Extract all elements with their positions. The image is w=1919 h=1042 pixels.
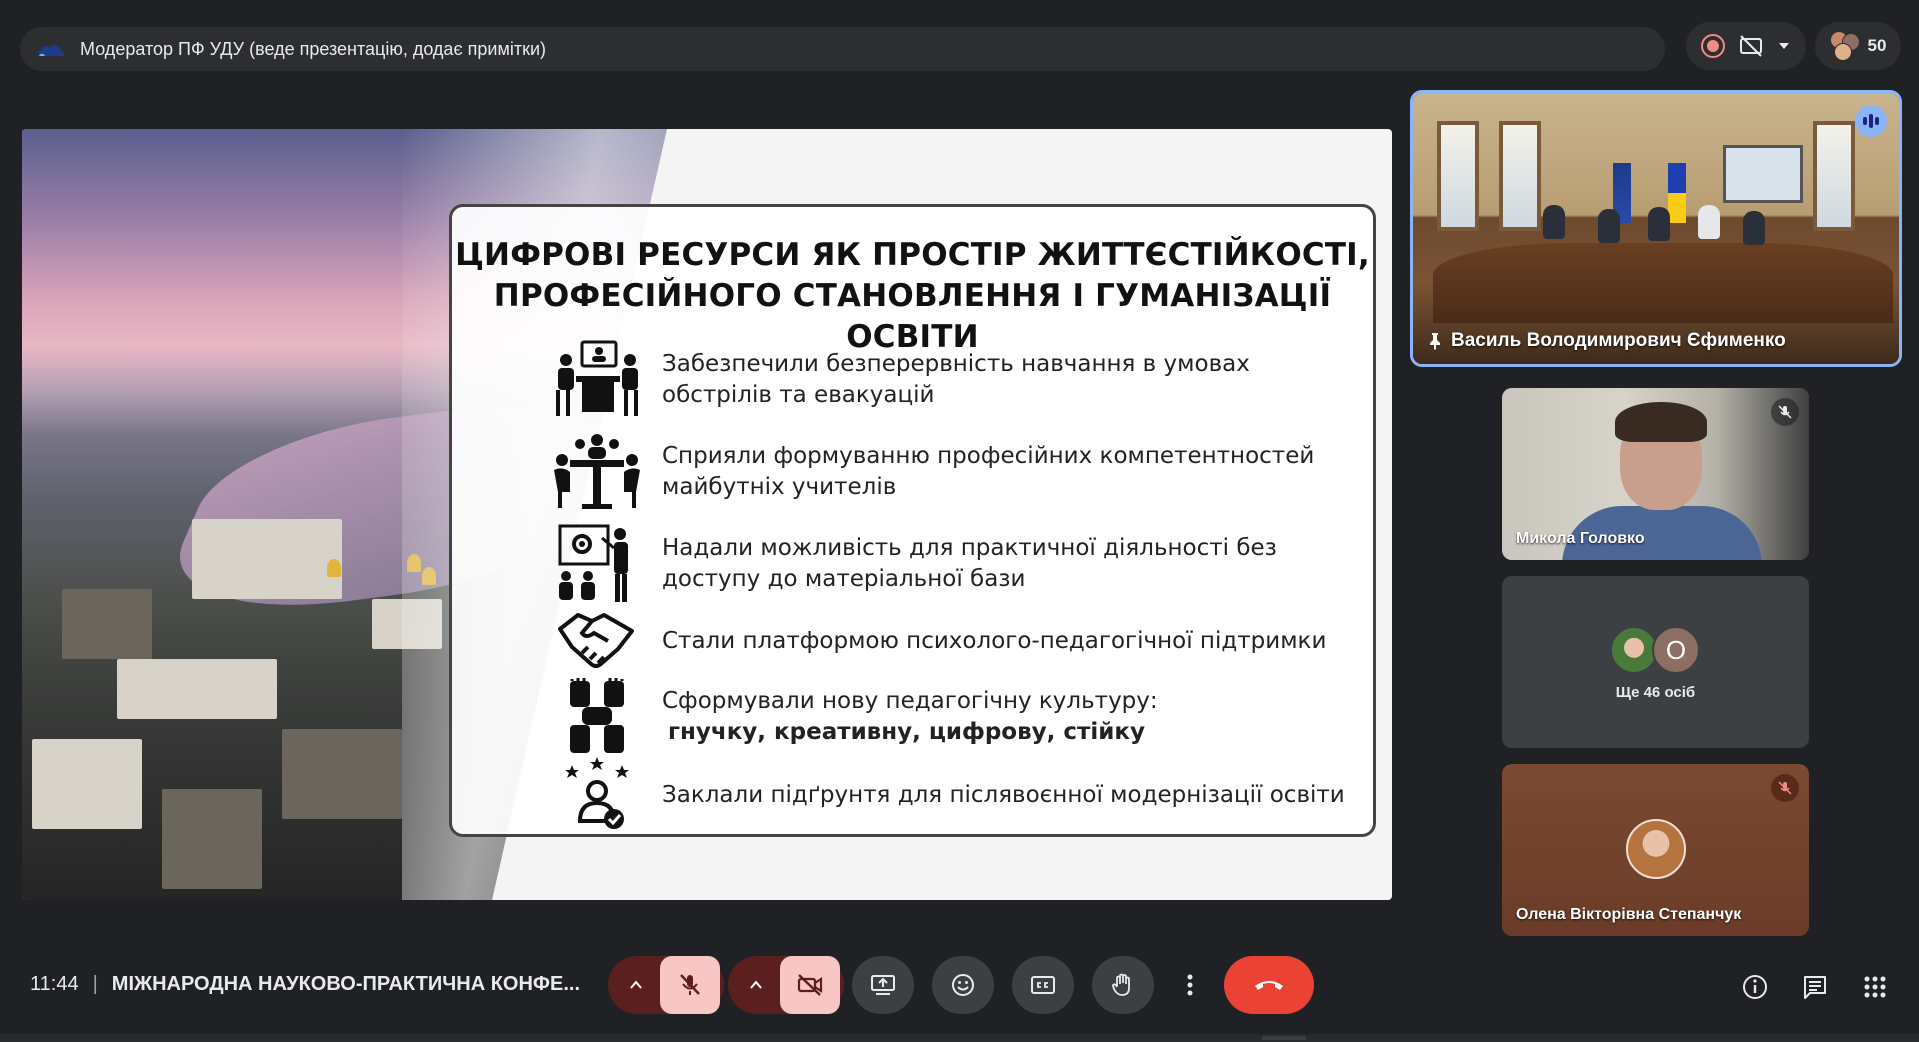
bullet-4-line1: Стали платформою психолого-педагогічної …	[662, 627, 1327, 654]
participant-tile-pinned[interactable]: Василь Володимирович Єфименко	[1410, 90, 1902, 367]
presenter-avatar-icon	[37, 45, 65, 56]
chevron-down-icon[interactable]	[1776, 38, 1792, 54]
mic-off-icon	[1771, 398, 1799, 426]
mic-off-icon	[680, 974, 700, 995]
others-count-label: Ще 46 осіб	[1615, 684, 1696, 701]
slide-bullet-1: Забезпечили безперервність навчання в ум…	[552, 340, 1352, 420]
participant-tile-mykola[interactable]: Микола Головко	[1502, 388, 1809, 560]
avatar	[1610, 626, 1658, 674]
reactions-button[interactable]	[932, 956, 994, 1014]
participant-name-room: Василь Володимирович Єфименко	[1451, 330, 1786, 351]
slide-bullet-5: Сформували нову педагогічну культуру: гн…	[552, 677, 1352, 757]
raise-hand-button[interactable]	[1092, 956, 1154, 1014]
emoji-icon	[952, 974, 974, 996]
slide-title-line1: ЦИФРОВІ РЕСУРСИ ЯК ПРОСТІР ЖИТТЄСТІЙКОСТ…	[455, 237, 1370, 273]
bullet-6-line1: Заклали підґрунтя для післявоєнної модер…	[662, 781, 1345, 808]
slide-bullet-3: Надали можливість для практичної діяльно…	[552, 524, 1352, 604]
presenter-label: Модератор ПФ УДУ (веде презентацію, дода…	[80, 38, 546, 59]
meeting-title: МІЖНАРОДНА НАУКОВО-ПРАКТИЧНА КОНФЕ...	[111, 973, 580, 995]
present-screen-icon	[871, 975, 895, 995]
participants-count: 50	[1867, 36, 1887, 55]
participants-button[interactable]: 50	[1815, 22, 1901, 70]
presentation-teacher-icon	[558, 524, 628, 602]
more-vert-icon	[1187, 974, 1193, 996]
resize-handle[interactable]	[1262, 1036, 1306, 1040]
bullet-2-line2: майбутніх учителів	[662, 474, 897, 500]
camera-toggle-button[interactable]	[780, 956, 840, 1014]
presenter-bar[interactable]: Модератор ПФ УДУ (веде презентацію, дода…	[20, 27, 1665, 71]
team-table-icon	[554, 434, 640, 509]
participant-tile-others[interactable]: О Ще 46 осіб	[1502, 576, 1809, 748]
bullet-1-line1: Забезпечили безперервність навчання в ум…	[662, 351, 1250, 377]
bullet-5-line1: Сформували нову педагогічну культуру:	[662, 688, 1158, 714]
bullet-3-line2: доступу до матеріальної бази	[662, 566, 1026, 592]
participant-name-olena: Олена Вікторівна Степанчук	[1516, 906, 1742, 923]
recording-controls	[1686, 22, 1806, 70]
raise-hand-icon	[1112, 973, 1130, 996]
conference-room-video	[1413, 93, 1899, 364]
bullet-1-line2: обстрілів та евакуацій	[662, 382, 935, 408]
handshake-icon	[558, 613, 634, 668]
expert-stars-icon	[565, 757, 629, 829]
avatar-letter: О	[1652, 626, 1700, 674]
bottom-strip	[0, 1034, 1919, 1042]
mic-off-icon	[1771, 774, 1799, 802]
slide-bullet-6: Заклали підґрунтя для післявоєнної модер…	[552, 755, 1352, 835]
slide-content-box: ЦИФРОВІ РЕСУРСИ ЯК ПРОСТІР ЖИТТЄСТІЙКОСТ…	[449, 204, 1376, 837]
separator: |	[92, 973, 98, 995]
chat-button[interactable]	[1801, 973, 1829, 1001]
present-screen-button[interactable]	[852, 956, 914, 1014]
bullet-2-line1: Сприяли формуванню професійних компетент…	[662, 443, 1315, 469]
slide-bullet-4: Стали платформою психолого-педагогічної …	[552, 601, 1352, 681]
online-meeting-icon	[556, 340, 638, 416]
apps-grid-icon	[1864, 976, 1886, 998]
camera-control-group	[728, 956, 844, 1014]
camera-off-icon	[797, 974, 823, 996]
chat-icon	[1804, 976, 1826, 999]
mic-control-group	[608, 956, 724, 1014]
participants-avatars-icon	[1829, 31, 1860, 61]
activities-button[interactable]	[1861, 973, 1889, 1001]
slide-bullet-2: Сприяли формуванню професійних компетент…	[552, 432, 1352, 512]
record-icon[interactable]	[1700, 33, 1726, 59]
shared-presentation: ЦИФРОВІ РЕСУРСИ ЯК ПРОСТІР ЖИТТЄСТІЙКОСТ…	[22, 129, 1392, 900]
mic-options-chevron-icon[interactable]	[612, 956, 660, 1014]
avatar	[1626, 819, 1686, 879]
speaking-indicator-icon	[1855, 105, 1887, 137]
leave-call-button[interactable]	[1224, 956, 1314, 1014]
camera-options-chevron-icon[interactable]	[732, 956, 780, 1014]
participant-tile-olena[interactable]: Олена Вікторівна Степанчук	[1502, 764, 1809, 936]
mic-toggle-button[interactable]	[660, 956, 720, 1014]
meeting-details-button[interactable]	[1741, 973, 1769, 1001]
captions-button[interactable]	[1012, 956, 1074, 1014]
hang-up-icon	[1255, 981, 1283, 990]
info-icon	[1743, 975, 1767, 999]
captions-icon	[1031, 976, 1055, 994]
participant-name-mykola: Микола Головко	[1516, 530, 1645, 547]
captions-off-icon[interactable]	[1738, 33, 1764, 59]
pin-icon	[1430, 333, 1440, 350]
meet-window: Модератор ПФ УДУ (веде презентацію, дода…	[0, 0, 1919, 1042]
hands-together-icon	[570, 678, 624, 753]
more-options-button[interactable]	[1170, 956, 1210, 1014]
bottom-control-bar: 11:44 | МІЖНАРОДНА НАУКОВО-ПРАКТИЧНА КОН…	[0, 945, 1919, 1025]
clock: 11:44	[30, 973, 79, 995]
bullet-3-line1: Надали можливість для практичної діяльно…	[662, 535, 1277, 561]
bullet-5-line2-bold: гнучку, креативну, цифрову, стійку	[668, 719, 1145, 745]
